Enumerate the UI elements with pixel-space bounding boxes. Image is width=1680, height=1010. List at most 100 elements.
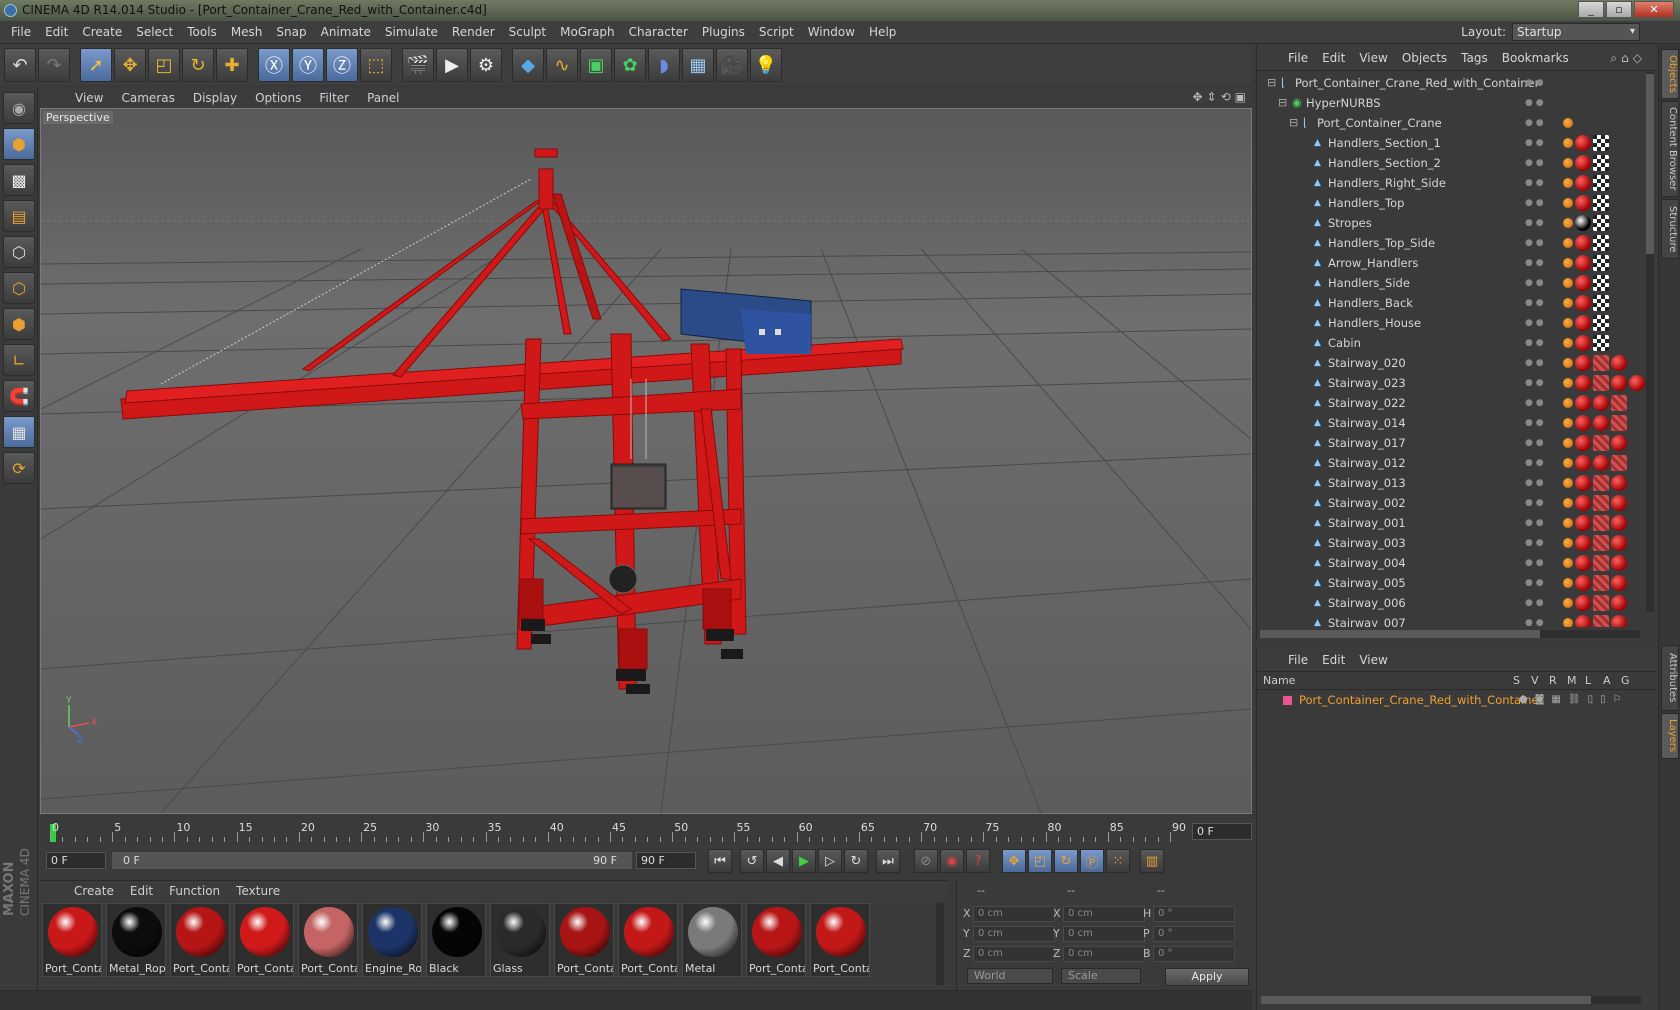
material-tag-icon[interactable] [1575, 475, 1591, 491]
visibility-dots[interactable]: ● ● [1525, 513, 1544, 533]
material-swatch[interactable]: Port_Conta [618, 903, 678, 977]
uvw-tag-icon[interactable] [1593, 255, 1609, 271]
edges-mode-button[interactable]: ⬡ [3, 272, 35, 304]
uvw-tag-icon[interactable] [1593, 195, 1609, 211]
object-name[interactable]: Stairway_003 [1328, 533, 1406, 553]
menu-tools[interactable]: Tools [180, 25, 224, 39]
material-tag-icon[interactable] [1575, 355, 1591, 371]
material-tag-icon[interactable] [1593, 535, 1609, 551]
layer-menu-file[interactable]: File [1281, 653, 1315, 667]
coord-value-field[interactable]: 0 cm [973, 946, 1055, 962]
object-menu-tags[interactable]: Tags [1454, 51, 1495, 65]
menu-select[interactable]: Select [129, 25, 180, 39]
minimize-button[interactable]: _ [1578, 1, 1604, 18]
material-tag-icon[interactable] [1593, 615, 1609, 627]
phong-tag-icon[interactable] [1563, 358, 1573, 368]
texture-mode-button[interactable]: ▩ [3, 164, 35, 196]
next-frame-button[interactable]: ▷ [818, 849, 842, 873]
material-tag-icon[interactable] [1593, 435, 1609, 451]
material-tag-icon[interactable] [1611, 355, 1627, 371]
object-search-icons[interactable]: ⌕⌂◇ [1610, 51, 1646, 66]
object-name[interactable]: Port_Container_Crane_Red_with_Container [1295, 73, 1539, 93]
polygons-mode-button[interactable]: ⬢ [3, 308, 35, 340]
visibility-dots[interactable]: ● ● [1525, 153, 1544, 173]
material-tag-icon[interactable] [1575, 415, 1591, 431]
material-tag-icon[interactable] [1575, 175, 1591, 191]
coord-value-field[interactable]: 0 ° [1153, 906, 1235, 922]
object-name[interactable]: Handlers_Section_2 [1328, 153, 1441, 173]
goto-next-key-button[interactable]: ↻ [844, 849, 868, 873]
object-name[interactable]: Stairway_007 [1328, 613, 1406, 627]
material-tag-icon[interactable] [1611, 375, 1627, 391]
object-name[interactable]: Stairway_013 [1328, 473, 1406, 493]
material-tag-icon[interactable] [1575, 275, 1591, 291]
add-floor-button[interactable]: ▦ [682, 48, 714, 82]
material-swatch[interactable]: Engine_Ro [362, 903, 422, 977]
object-name[interactable]: Stairway_022 [1328, 393, 1406, 413]
viewport-menu-display[interactable]: Display [184, 91, 246, 105]
coord-value-field[interactable]: 0 ° [1153, 946, 1235, 962]
object-name[interactable]: Stairway_005 [1328, 573, 1406, 593]
visibility-dots[interactable]: ● ● [1525, 413, 1544, 433]
layer-menu-view[interactable]: View [1352, 653, 1394, 667]
visibility-dots[interactable]: ● ● [1525, 333, 1544, 353]
coord-value-field[interactable]: 0 ° [1153, 926, 1235, 942]
object-name[interactable]: Handlers_Section_1 [1328, 133, 1441, 153]
add-light-button[interactable]: 💡 [750, 48, 782, 82]
object-tree-row[interactable]: ▲ Handlers_Side ● ● [1257, 273, 1649, 293]
points-mode-button[interactable]: ⬡ [3, 236, 35, 268]
visibility-dots[interactable]: ● ● [1525, 233, 1544, 253]
rotate-button[interactable]: ↻ [182, 48, 214, 82]
apply-button[interactable]: Apply [1165, 968, 1249, 986]
material-tag-icon[interactable] [1575, 295, 1591, 311]
menu-animate[interactable]: Animate [314, 25, 378, 39]
menu-create[interactable]: Create [75, 25, 129, 39]
material-tag-icon[interactable] [1575, 435, 1591, 451]
material-menu-texture[interactable]: Texture [228, 884, 288, 898]
material-swatch[interactable]: Metal_Rop [106, 903, 166, 977]
object-name[interactable]: HyperNURBS [1306, 93, 1381, 113]
play-button[interactable]: ▶ [792, 849, 816, 873]
phong-tag-icon[interactable] [1563, 378, 1573, 388]
object-tree-row[interactable]: ▲ Handlers_Top_Side ● ● [1257, 233, 1649, 253]
material-tag-icon[interactable] [1593, 475, 1609, 491]
material-tag-icon[interactable] [1593, 395, 1609, 411]
object-tree-row[interactable]: ▲ Stairway_013 ● ● [1257, 473, 1649, 493]
object-tree-row[interactable]: ▲ Handlers_Section_1 ● ● [1257, 133, 1649, 153]
goto-start-button[interactable]: ⏮ [708, 849, 732, 873]
tab-layers[interactable]: Layers [1661, 713, 1679, 759]
keyframe-selection-button[interactable]: ? [966, 849, 990, 873]
goto-end-button[interactable]: ⏭ [876, 849, 900, 873]
object-tree-row[interactable]: ▲ Stairway_022 ● ● [1257, 393, 1649, 413]
key-parameter-button[interactable]: Ⓟ [1080, 849, 1104, 873]
layer-row[interactable]: Port_Container_Crane_Red_with_Container … [1257, 690, 1656, 710]
perspective-viewport[interactable]: Perspective Y X Z [40, 108, 1252, 814]
object-tree-vscrollbar[interactable] [1646, 72, 1654, 612]
phong-tag-icon[interactable] [1563, 138, 1573, 148]
object-name[interactable]: Stairway_001 [1328, 513, 1406, 533]
workplane-mode-button[interactable]: ▤ [3, 200, 35, 232]
object-name[interactable]: Handlers_Right_Side [1328, 173, 1446, 193]
viewport-menu-options[interactable]: Options [246, 91, 310, 105]
visibility-dots[interactable]: ● ● [1525, 293, 1544, 313]
tab-content-browser[interactable]: Content Browser [1661, 101, 1679, 197]
material-tag-icon[interactable] [1575, 335, 1591, 351]
object-name[interactable]: Stairway_004 [1328, 553, 1406, 573]
timeline-button[interactable]: ▥ [1140, 849, 1164, 873]
visibility-dots[interactable]: ● ● [1525, 93, 1544, 113]
object-name[interactable]: Stairway_020 [1328, 353, 1406, 373]
coord-value-field[interactable]: 0 cm [1063, 926, 1145, 942]
phong-tag-icon[interactable] [1563, 238, 1573, 248]
menu-character[interactable]: Character [622, 25, 695, 39]
object-tree-row[interactable]: ▲ Stropes ● ● [1257, 213, 1649, 233]
material-tag-icon[interactable] [1593, 495, 1609, 511]
menu-help[interactable]: Help [862, 25, 903, 39]
object-name[interactable]: Stropes [1328, 213, 1372, 233]
object-tree-row[interactable]: ▲ Handlers_Back ● ● [1257, 293, 1649, 313]
layer-column-header[interactable]: L [1585, 674, 1591, 687]
material-swatch[interactable]: Port_Conta [234, 903, 294, 977]
phong-tag-icon[interactable] [1563, 178, 1573, 188]
object-tree-row[interactable]: ▲ Arrow_Handlers ● ● [1257, 253, 1649, 273]
object-tree-row[interactable]: ▲ Stairway_004 ● ● [1257, 553, 1649, 573]
phong-tag-icon[interactable] [1563, 558, 1573, 568]
